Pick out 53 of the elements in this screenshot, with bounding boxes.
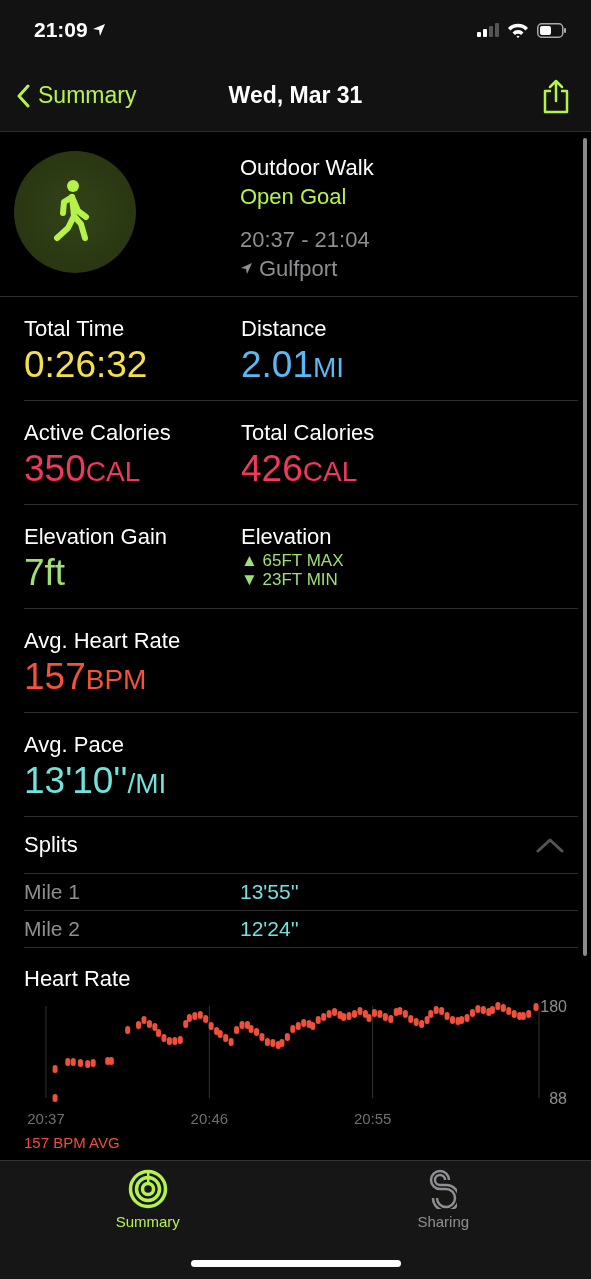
metric-value: 13'10''/MI (24, 759, 167, 803)
split-label: Mile 2 (24, 917, 82, 941)
metric-label: Elevation Gain (24, 523, 168, 551)
location-arrow-icon (240, 262, 253, 275)
data-point (78, 1059, 83, 1067)
data-point (52, 1094, 58, 1102)
workout-time-range: 20:37 - 21:04 (240, 226, 371, 254)
metric-value: 350CAL (24, 447, 141, 491)
chevron-left-icon (16, 83, 30, 108)
metric-value: 157BPM (24, 655, 147, 699)
data-point (125, 1026, 131, 1034)
share-icon (541, 77, 571, 114)
concentric-rings-icon[interactable] (127, 1169, 168, 1209)
metric-label: Active Calories (24, 419, 171, 447)
metric-value: 426CAL (241, 447, 358, 491)
elevation-reading: ▲ 65FT MAX (241, 551, 344, 570)
split-label: Mile 1 (24, 880, 82, 904)
data-point (52, 1065, 58, 1073)
x-axis-label: 20:55 (353, 1110, 392, 1127)
metric-value: 0:26:32 (24, 343, 148, 387)
tab[interactable]: Summary (0, 1161, 296, 1245)
collapse-button[interactable] (536, 836, 564, 854)
location-arrow-icon (91, 23, 106, 37)
clock-time: 21:09 (34, 18, 88, 42)
metric-label: Distance (241, 315, 327, 343)
metric-value: 2.01MI (241, 343, 345, 387)
metric-label: Total Time (24, 315, 125, 343)
back-button[interactable]: Summary (16, 82, 137, 109)
workout-name: Outdoor Walk (240, 154, 374, 182)
split-pace: 13'55'' (240, 880, 299, 904)
split-pace: 12'24'' (240, 917, 299, 941)
page-title: Wed, Mar 31 (228, 82, 363, 109)
average-reading: 157 BPM AVG (24, 1134, 121, 1152)
x-axis-label: 20:46 (190, 1110, 229, 1127)
section-title: Heart Rate (24, 966, 132, 992)
signal-icon (477, 23, 499, 37)
elevation-reading: ▼ 23FT MIN (241, 570, 338, 589)
wifi-icon (507, 22, 529, 38)
tab[interactable]: Sharing (295, 1161, 591, 1245)
x-axis-label: 20:37 (27, 1110, 65, 1127)
workout-goal: Open Goal (240, 183, 348, 211)
metric-label: Avg. Pace (24, 731, 124, 759)
share-button[interactable] (541, 77, 571, 114)
linked-loops-icon[interactable] (429, 1169, 458, 1209)
workout-location: Gulfport (259, 255, 338, 283)
section-title: Splits (24, 832, 78, 858)
y-axis-label: 180 (540, 998, 567, 1015)
metric-label: Avg. Heart Rate (24, 627, 181, 655)
metric-label: Elevation (241, 523, 332, 551)
y-axis-label: 88 (549, 1090, 567, 1107)
metric-label: Total Calories (241, 419, 375, 447)
battery-icon (537, 22, 567, 38)
metric-value: 7ft (24, 551, 66, 595)
